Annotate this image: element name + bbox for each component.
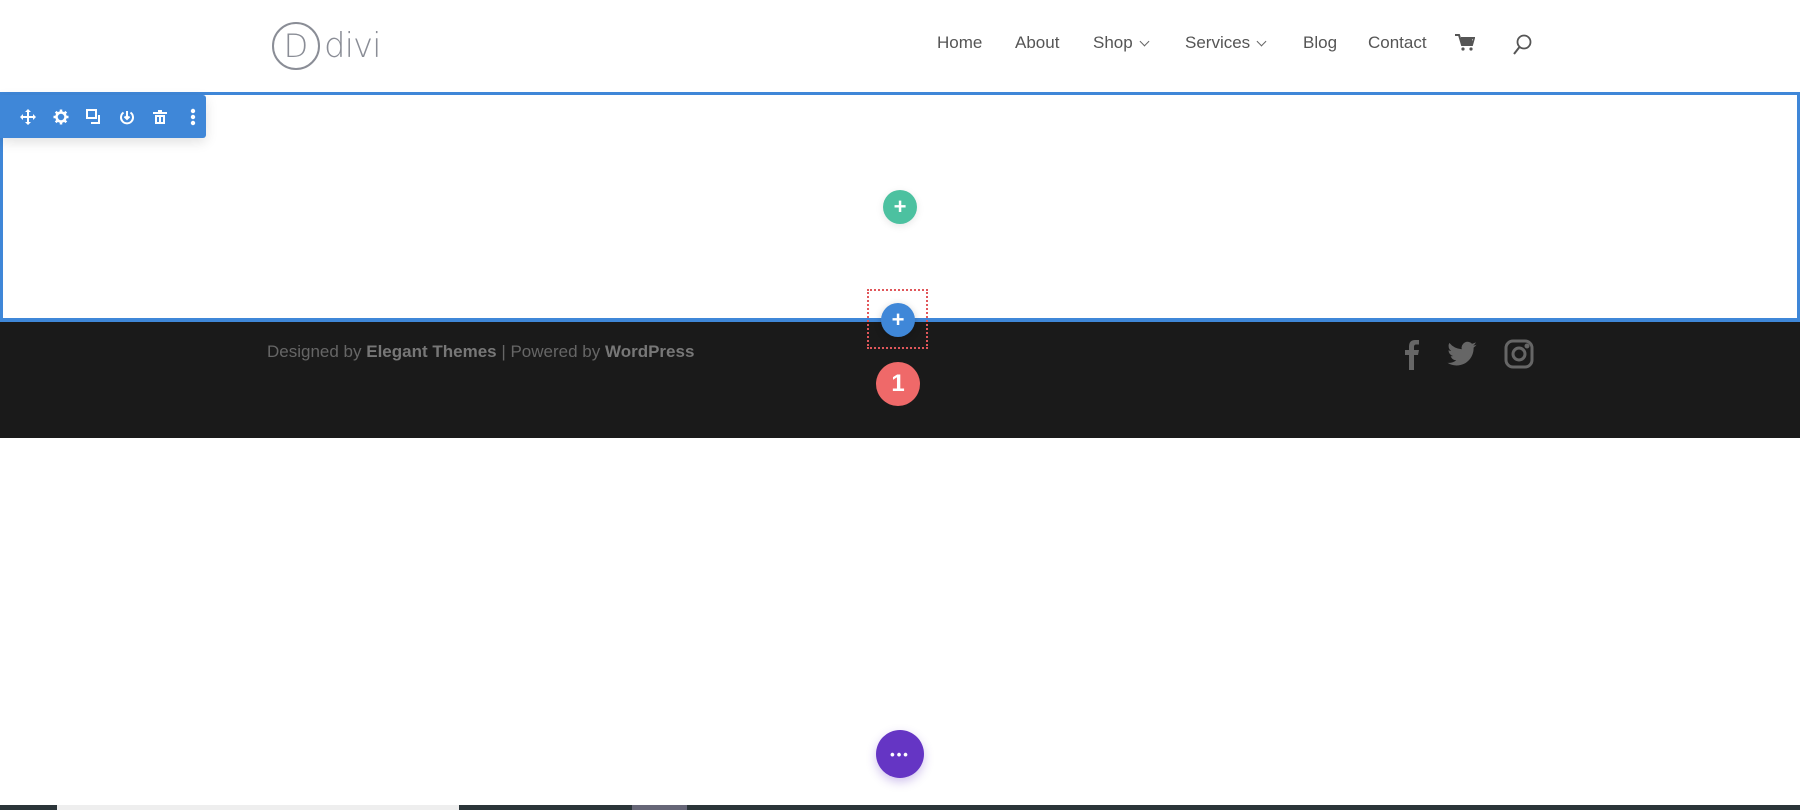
instagram-icon[interactable] [1503,338,1535,370]
nav-about[interactable]: About [1015,33,1059,53]
divi-logo[interactable]: D divi [272,22,382,70]
add-row-button[interactable]: + [883,190,917,224]
delete-icon[interactable] [150,107,170,127]
twitter-icon[interactable] [1446,338,1478,370]
logo-text: divi [324,26,382,66]
step-badge: 1 [876,362,920,406]
nav-contact[interactable]: Contact [1368,33,1427,53]
designer-link[interactable]: Elegant Themes [366,342,496,361]
nav-label: About [1015,33,1060,52]
more-icon[interactable] [183,107,203,127]
search-icon[interactable] [1512,34,1532,56]
move-icon[interactable] [18,107,38,127]
nav-label: Home [937,33,983,52]
section-toolbar [0,95,206,138]
nav-services[interactable]: Services [1185,33,1267,53]
nav-label: Shop [1093,33,1133,52]
nav-label: Blog [1303,33,1338,52]
settings-icon[interactable] [51,107,71,127]
nav-home[interactable]: Home [937,33,982,53]
nav-label: Services [1185,33,1251,52]
nav-label: Contact [1368,33,1427,52]
footer-credits: Designed by Elegant Themes | Powered by … [267,342,694,362]
bottom-bar-segment [632,805,687,810]
credits-separator: | Powered by [496,342,605,361]
duplicate-icon[interactable] [84,107,104,127]
bottom-bar-segment [57,805,459,810]
logo-mark: D [272,22,320,70]
credits-text: Designed by [267,342,367,361]
bottom-bar [0,805,1800,810]
chevron-down-icon [1256,36,1267,46]
facebook-icon[interactable] [1396,338,1428,370]
nav-shop[interactable]: Shop [1093,33,1150,53]
chevron-down-icon [1139,36,1150,46]
platform-link[interactable]: WordPress [605,342,694,361]
nav-blog[interactable]: Blog [1303,33,1337,53]
builder-menu-button[interactable]: ••• [876,730,924,778]
save-icon[interactable] [117,107,137,127]
add-section-button[interactable]: + [881,303,915,337]
site-header: D divi Home About Shop Services Blog Con… [0,0,1800,92]
cart-icon[interactable] [1455,34,1475,52]
